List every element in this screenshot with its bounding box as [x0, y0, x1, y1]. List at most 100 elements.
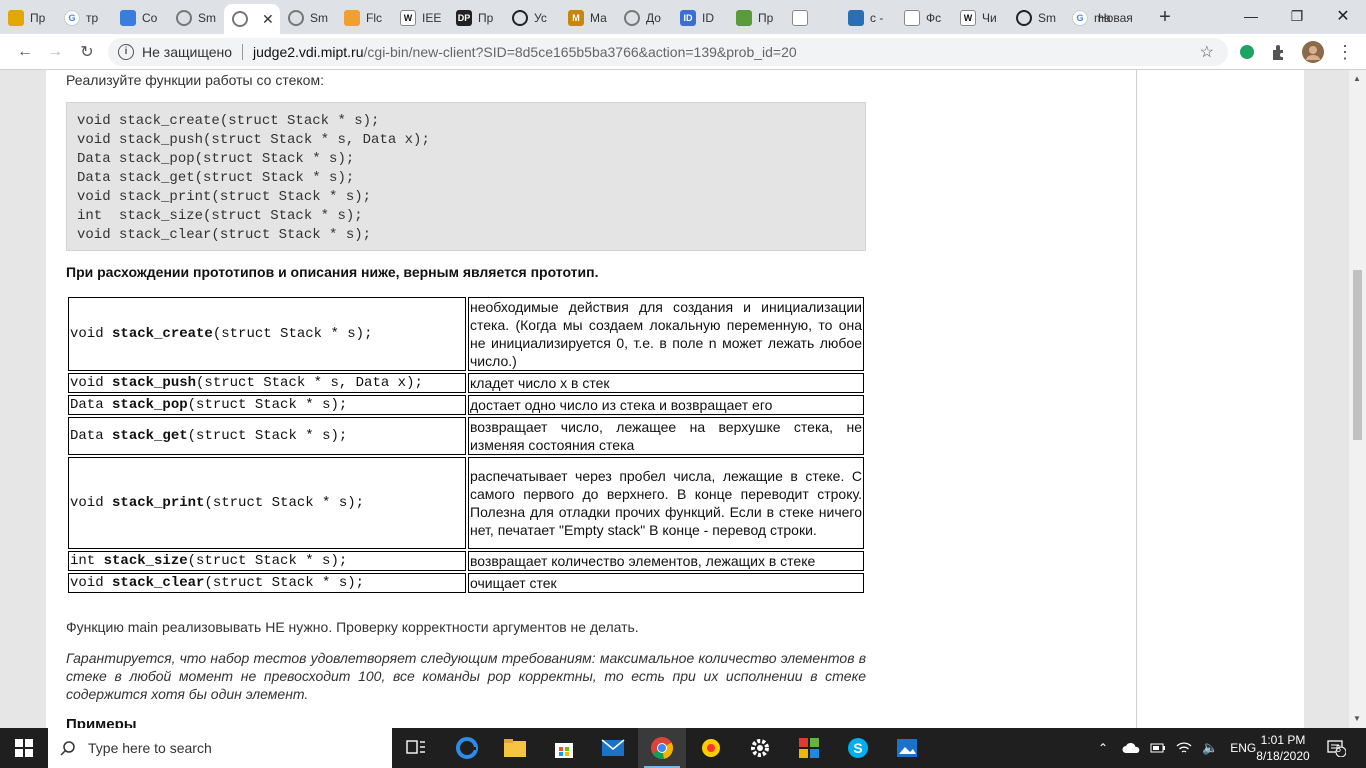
wikipedia-icon: W: [400, 10, 416, 26]
tab-9[interactable]: Ус: [504, 4, 560, 32]
function-signature: Data stack_get(struct Stack * s);: [68, 417, 466, 455]
table-row: int stack_size(struct Stack * s); возвращ…: [68, 551, 864, 571]
taskbar-search[interactable]: Type here to search: [48, 728, 392, 768]
tab-label: с -: [870, 11, 884, 25]
page-viewport: Реализуйте функции работы со стеком: voi…: [0, 70, 1349, 728]
function-name: stack_get: [112, 428, 188, 444]
code-line: Data stack_pop(struct Stack * s);: [77, 151, 355, 167]
function-args: (struct Stack * s);: [187, 397, 348, 413]
edge-icon[interactable]: [443, 728, 491, 768]
chevron-up-icon[interactable]: ⌃: [1098, 741, 1108, 755]
onedrive-cloud-icon[interactable]: [1122, 742, 1140, 754]
reload-button[interactable]: ↻: [74, 39, 100, 65]
profile-avatar[interactable]: [1302, 41, 1324, 63]
tab-14[interactable]: [784, 4, 840, 32]
file-explorer-icon[interactable]: [491, 728, 539, 768]
address-bar[interactable]: i Не защищено judge2.vdi.mipt.ru/cgi-bin…: [108, 38, 1228, 66]
function-args: (struct Stack * s, Data x);: [196, 375, 423, 391]
tab-5[interactable]: Sm: [280, 4, 336, 32]
clock[interactable]: 1:01 PM 8/18/2020: [1248, 732, 1318, 764]
tab-15[interactable]: с -: [840, 4, 896, 32]
tab-label: тр: [86, 11, 99, 25]
tab-17[interactable]: W Чи: [952, 4, 1008, 32]
tab-20[interactable]: Новая: [1090, 4, 1150, 32]
globe-icon: [624, 10, 640, 26]
browser-toolbar: ← → ↻ i Не защищено judge2.vdi.mipt.ru/c…: [0, 34, 1366, 70]
photos-icon[interactable]: [883, 728, 931, 768]
extension-leaf-icon[interactable]: [1238, 43, 1256, 61]
tab-12[interactable]: ID ID: [672, 4, 728, 32]
scroll-down-icon[interactable]: ▼: [1353, 714, 1361, 723]
mail-icon[interactable]: [589, 728, 637, 768]
not-secure-label: Не защищено: [142, 44, 232, 60]
extensions-puzzle-icon[interactable]: [1270, 43, 1288, 61]
tab-label: Пр: [478, 11, 494, 25]
tab-13[interactable]: Пр: [728, 4, 784, 32]
bookmark-star-icon[interactable]: ☆: [1200, 42, 1214, 62]
id-icon: ID: [680, 10, 696, 26]
function-description: достает одно число из стека и возвращает…: [468, 395, 864, 415]
settings-gear-icon[interactable]: [736, 728, 784, 768]
tab-10[interactable]: M Ма: [560, 4, 616, 32]
wifi-icon[interactable]: [1176, 741, 1192, 755]
function-name: stack_print: [112, 495, 205, 511]
action-center[interactable]: 5: [1326, 728, 1346, 768]
tab-1[interactable]: Gтр: [56, 4, 112, 32]
function-name: stack_pop: [112, 397, 188, 413]
examples-heading: Примеры: [66, 716, 137, 728]
tab-16[interactable]: Фс: [896, 4, 952, 32]
table-row: Data stack_pop(struct Stack * s); достает…: [68, 395, 864, 415]
tab-label: ID: [702, 11, 714, 25]
search-placeholder: Type here to search: [88, 740, 212, 756]
table-row: void stack_clear(struct Stack * s); очища…: [68, 573, 864, 593]
close-tab-icon[interactable]: ✕: [262, 11, 274, 28]
start-button[interactable]: [0, 728, 48, 768]
back-button[interactable]: ←: [12, 39, 38, 65]
maximize-button[interactable]: ❐: [1274, 0, 1320, 32]
notification-count: 5: [1336, 744, 1342, 754]
forward-button[interactable]: →: [42, 39, 68, 65]
scroll-up-icon[interactable]: ▲: [1353, 74, 1361, 83]
task-view-icon[interactable]: [392, 728, 440, 768]
minimize-button[interactable]: —: [1228, 0, 1274, 32]
table-row: void stack_print(struct Stack * s); распе…: [68, 457, 864, 549]
vertical-scrollbar[interactable]: ▲ ▼: [1349, 70, 1366, 728]
puzzle-app-icon[interactable]: [785, 728, 833, 768]
tab-label: Пр: [758, 11, 774, 25]
battery-icon[interactable]: [1150, 742, 1166, 754]
chrome-icon[interactable]: [638, 728, 686, 768]
volume-icon[interactable]: 🔈: [1202, 740, 1218, 756]
new-tab-button[interactable]: +: [1153, 6, 1177, 30]
function-args: (struct Stack * s);: [204, 575, 365, 591]
info-icon[interactable]: i: [118, 44, 134, 60]
return-type: void: [70, 375, 113, 391]
m-icon: M: [568, 10, 584, 26]
tab-6[interactable]: Flc: [336, 4, 392, 32]
store-icon[interactable]: [540, 728, 588, 768]
code-line: void stack_create(struct Stack * s);: [77, 113, 380, 129]
tab-0[interactable]: Пр: [0, 4, 56, 32]
tab-11[interactable]: До: [616, 4, 672, 32]
return-type: Data: [70, 428, 113, 444]
tab-4[interactable]: ✕: [224, 4, 280, 34]
skype-icon[interactable]: S: [834, 728, 882, 768]
tab-label: До: [646, 11, 661, 25]
tab-label: Sm: [1038, 11, 1056, 25]
function-signature: void stack_create(struct Stack * s);: [68, 297, 466, 371]
tab-label: Co: [142, 11, 158, 25]
function-args: (struct Stack * s);: [212, 326, 373, 342]
tab-7[interactable]: W IEE: [392, 4, 448, 32]
function-description: возвращает количество элементов, лежащих…: [468, 551, 864, 571]
scrollbar-thumb[interactable]: [1353, 270, 1362, 440]
tab-3[interactable]: Sm: [168, 4, 224, 32]
function-name: stack_create: [112, 326, 213, 342]
menu-kebab-icon[interactable]: ⋮: [1332, 39, 1358, 65]
sidebar-divider: [1136, 70, 1137, 728]
tab-label: Пр: [30, 11, 46, 25]
tab-2[interactable]: Co: [112, 4, 168, 32]
tab-label: Новая: [1098, 11, 1133, 25]
close-window-button[interactable]: ✕: [1320, 0, 1366, 32]
yandex-music-icon[interactable]: [687, 728, 735, 768]
tab-18[interactable]: Sm: [1008, 4, 1064, 32]
tab-8[interactable]: DP Пр: [448, 4, 504, 32]
